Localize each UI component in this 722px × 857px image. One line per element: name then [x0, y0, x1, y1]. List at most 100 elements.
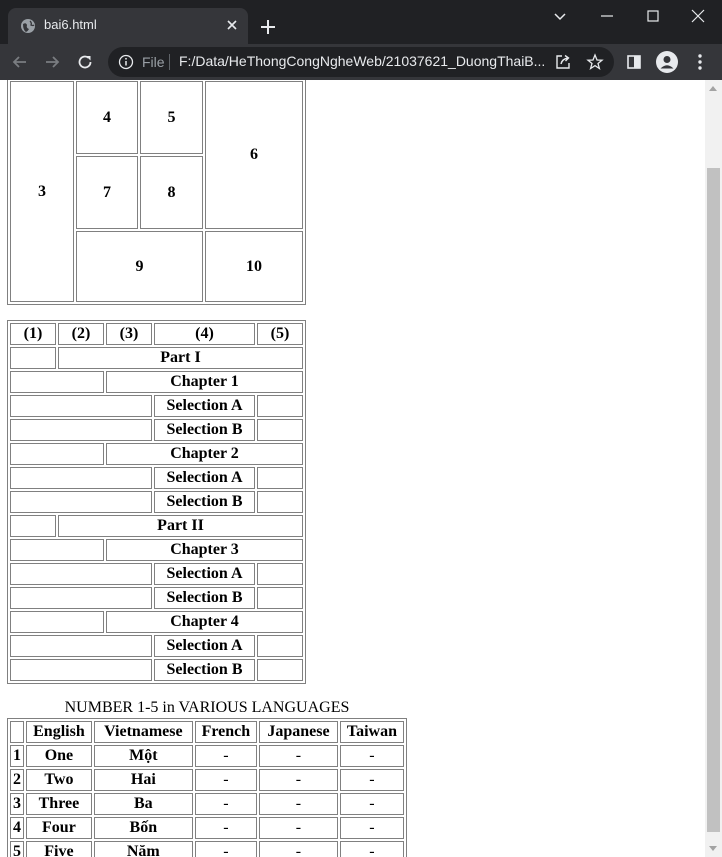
- table-row: 1 One Một - - -: [10, 745, 404, 767]
- row-number: 5: [10, 841, 24, 857]
- grid-table: 3 4 5 6 7 8 9 10: [7, 80, 306, 305]
- grid-cell: 9: [76, 231, 203, 302]
- taiwan-cell: -: [339, 817, 404, 839]
- row-number: 3: [10, 793, 24, 815]
- japanese-cell: -: [258, 841, 338, 857]
- corner-cell: [10, 721, 24, 743]
- french-cell: -: [194, 769, 257, 791]
- column-header: Japanese: [258, 721, 338, 743]
- grid-cell: 6: [205, 81, 303, 229]
- selection-title: Selection A: [154, 467, 255, 489]
- selection-title: Selection B: [154, 587, 255, 609]
- taiwan-cell: -: [339, 769, 404, 791]
- selection-title: Selection A: [154, 635, 255, 657]
- minimize-icon[interactable]: [597, 6, 617, 26]
- table-row: Chapter 1: [10, 371, 303, 393]
- numbers-table: English Vietnamese French Japanese Taiwa…: [7, 718, 407, 857]
- table-row: 5 Five Năm - - -: [10, 841, 404, 857]
- forward-arrow-icon[interactable]: [42, 52, 62, 72]
- chevron-down-icon[interactable]: [550, 6, 570, 26]
- table-header-row: English Vietnamese French Japanese Taiwa…: [10, 721, 404, 743]
- share-icon[interactable]: [554, 53, 572, 71]
- japanese-cell: -: [258, 793, 338, 815]
- table-caption: NUMBER 1-5 in VARIOUS LANGUAGES: [64, 699, 350, 716]
- chapter-title: Chapter 1: [106, 371, 303, 393]
- reload-icon[interactable]: [75, 52, 95, 72]
- grid-cell: 5: [140, 81, 203, 154]
- english-cell: Four: [26, 817, 92, 839]
- english-cell: One: [26, 745, 92, 767]
- table-row: Selection B: [10, 419, 303, 441]
- table-row: 4 Four Bốn - - -: [10, 817, 404, 839]
- japanese-cell: -: [258, 745, 338, 767]
- page-content: 3 4 5 6 7 8 9 10 (1) (2) (3) (4) (5) Par…: [0, 80, 705, 857]
- table-row: Chapter 2: [10, 443, 303, 465]
- table-row: Part II: [10, 515, 303, 537]
- japanese-cell: -: [258, 817, 338, 839]
- table-row: 3 Three Ba - - -: [10, 793, 404, 815]
- tab-bai6[interactable]: bai6.html: [8, 8, 248, 44]
- info-icon[interactable]: [118, 54, 134, 70]
- grid-cell: 7: [76, 156, 138, 229]
- part-title: Part I: [58, 347, 303, 369]
- close-window-icon[interactable]: [688, 6, 708, 26]
- selection-title: Selection B: [154, 419, 255, 441]
- column-header: Vietnamese: [93, 721, 193, 743]
- vietnamese-cell: Một: [93, 745, 193, 767]
- globe-icon: [21, 19, 35, 33]
- grid-cell: 10: [205, 231, 303, 302]
- header-cell: (3): [106, 323, 152, 345]
- table-row: 2 Two Hai - - -: [10, 769, 404, 791]
- selection-title: Selection B: [154, 659, 255, 681]
- taiwan-cell: -: [339, 793, 404, 815]
- table-row: Selection A: [10, 395, 303, 417]
- table-row: Selection B: [10, 587, 303, 609]
- address-bar[interactable]: File F:/Data/HeThongCongNgheWeb/21037621…: [108, 47, 614, 77]
- chapter-title: Chapter 4: [106, 611, 303, 633]
- table-row: Selection A: [10, 563, 303, 585]
- english-cell: Five: [26, 841, 92, 857]
- new-tab-icon[interactable]: [258, 17, 278, 37]
- header-cell: (2): [58, 323, 104, 345]
- part-title: Part II: [58, 515, 303, 537]
- side-panel-icon[interactable]: [624, 52, 644, 72]
- header-cell: (4): [154, 323, 255, 345]
- scrollbar-thumb[interactable]: [707, 168, 720, 832]
- url-scheme: File: [142, 54, 165, 70]
- table-row: Selection A: [10, 635, 303, 657]
- tab-title: bai6.html: [44, 17, 97, 32]
- grid-cell: 4: [76, 81, 138, 154]
- vertical-scrollbar[interactable]: [705, 80, 722, 857]
- table-header-row: (1) (2) (3) (4) (5): [10, 323, 303, 345]
- browser-toolbar: File F:/Data/HeThongCongNgheWeb/21037621…: [0, 44, 722, 80]
- vietnamese-cell: Năm: [93, 841, 193, 857]
- profile-icon[interactable]: [656, 51, 678, 73]
- scroll-up-arrow-icon[interactable]: [709, 86, 717, 91]
- table-row: Part I: [10, 347, 303, 369]
- vietnamese-cell: Ba: [93, 793, 193, 815]
- bookmark-star-icon[interactable]: [586, 53, 604, 71]
- url-text[interactable]: F:/Data/HeThongCongNgheWeb/21037621_Duon…: [179, 53, 545, 69]
- table-row: Chapter 3: [10, 539, 303, 561]
- back-arrow-icon[interactable]: [10, 52, 30, 72]
- maximize-icon[interactable]: [643, 6, 663, 26]
- selection-title: Selection B: [154, 491, 255, 513]
- french-cell: -: [194, 793, 257, 815]
- grid-cell: 3: [10, 81, 74, 302]
- column-header: French: [194, 721, 257, 743]
- outline-table: (1) (2) (3) (4) (5) Part I Chapter 1 Sel…: [7, 320, 306, 684]
- header-cell: (1): [10, 323, 56, 345]
- japanese-cell: -: [258, 769, 338, 791]
- header-cell: (5): [257, 323, 303, 345]
- table-row: Selection B: [10, 491, 303, 513]
- close-tab-icon[interactable]: [224, 17, 240, 33]
- selection-title: Selection A: [154, 563, 255, 585]
- more-menu-icon[interactable]: [690, 52, 710, 72]
- french-cell: -: [194, 841, 257, 857]
- chapter-title: Chapter 3: [106, 539, 303, 561]
- row-number: 2: [10, 769, 24, 791]
- english-cell: Three: [26, 793, 92, 815]
- french-cell: -: [194, 817, 257, 839]
- taiwan-cell: -: [339, 841, 404, 857]
- scroll-down-arrow-icon[interactable]: [709, 846, 717, 851]
